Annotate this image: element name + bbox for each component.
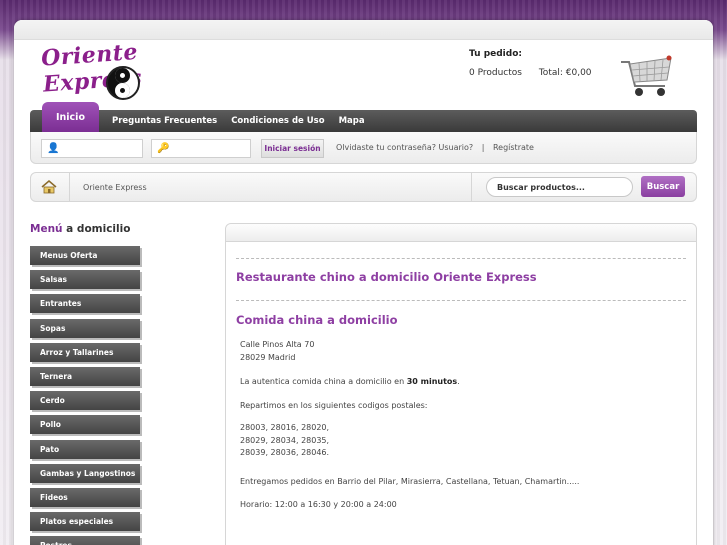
login-bar: 👤 🔑 Iniciar sesión Olvidaste tu contrase… (30, 132, 697, 164)
nav-condiciones-de-uso[interactable]: Condiciones de Uso (224, 116, 331, 126)
password-field[interactable]: 🔑 (151, 139, 251, 158)
key-icon: 🔑 (157, 143, 170, 154)
cart-product-count: 0 Productos (469, 68, 522, 78)
content-header (226, 224, 696, 242)
yin-yang-icon (106, 66, 140, 100)
page-container: Oriente Express Tu pedido: 0 Productos T… (14, 20, 713, 545)
login-links: Olvidaste tu contraseña? Usuario? | Regí… (336, 143, 540, 152)
cart-title: Tu pedido: (469, 49, 522, 59)
menu-item-menus-oferta[interactable]: Menus Oferta (30, 246, 140, 265)
menu-item-pato[interactable]: Pato (30, 439, 140, 459)
sidebar-title: Menú a domicilio (30, 223, 130, 235)
menu-item-pollo[interactable]: Pollo (30, 415, 140, 435)
cart-summary: 0 Productos Total: €0,00 (469, 68, 606, 78)
shopping-cart-icon[interactable] (619, 48, 675, 98)
breadcrumb-current: Oriente Express (83, 183, 147, 192)
main-content: Restaurante chino a domicilio Oriente Ex… (225, 223, 697, 545)
delivery-time-bold: 30 minutos (406, 377, 458, 386)
menu-item-postres[interactable]: Postres (30, 536, 140, 545)
delivery-areas: Entregamos pedidos en Barrio del Pilar, … (240, 477, 580, 486)
sidebar-title-menu: Menú (30, 223, 63, 235)
sidebar-title-rest: a domicilio (62, 223, 131, 235)
login-button[interactable]: Iniciar sesión (261, 139, 324, 158)
menu-item-sopas[interactable]: Sopas (30, 318, 140, 338)
category-menu: Menus Oferta Salsas Entrantes Sopas Arro… (30, 246, 140, 545)
divider (236, 258, 686, 259)
link-separator: | (481, 143, 485, 152)
forgot-password-link[interactable]: Olvidaste tu contraseña? Usuario? (336, 143, 473, 152)
delivery-time-pre: La autentica comida china a domicilio en (240, 377, 407, 386)
home-icon[interactable] (41, 180, 57, 194)
nav-inicio[interactable]: Inicio (42, 102, 99, 132)
menu-item-ternera[interactable]: Ternera (30, 366, 140, 386)
menu-item-gambas-langostinos[interactable]: Gambas y Langostinos (30, 463, 140, 483)
nav-mapa[interactable]: Mapa (332, 116, 372, 126)
username-field[interactable]: 👤 (41, 139, 143, 158)
content-title-comida: Comida china a domicilio (236, 313, 398, 327)
postal-line-1: 28003, 28016, 28020, (240, 423, 330, 432)
postal-line-2: 28029, 28034, 28035, (240, 435, 330, 445)
postal-line-3: 28039, 28036, 28046. (240, 448, 330, 457)
postal-intro: Repartimos en los siguientes codigos pos… (240, 401, 428, 410)
delivery-time-text: La autentica comida china a domicilio en… (240, 376, 460, 389)
main-nav: Inicio Preguntas Frecuentes Condiciones … (30, 102, 697, 132)
content-title-restaurant: Restaurante chino a domicilio Oriente Ex… (236, 270, 537, 284)
menu-item-entrantes[interactable]: Entrantes (30, 294, 140, 314)
register-link[interactable]: Regístrate (493, 143, 534, 152)
address-city: 28029 Madrid (240, 352, 296, 362)
breadcrumb-divider (69, 173, 70, 201)
site-logo[interactable]: Oriente Express (34, 36, 204, 108)
postal-codes: 28003, 28016, 28020, 28029, 28034, 28035… (240, 422, 329, 460)
divider (236, 300, 686, 301)
menu-item-fideos[interactable]: Fideos (30, 487, 140, 507)
search-input[interactable]: Buscar productos... (486, 177, 633, 197)
menu-item-platos-especiales[interactable]: Platos especiales (30, 512, 140, 532)
search-button[interactable]: Buscar (641, 176, 685, 197)
menu-item-arroz-tallarines[interactable]: Arroz y Tallarines (30, 342, 140, 362)
nav-preguntas-frecuentes[interactable]: Preguntas Frecuentes (105, 116, 224, 126)
menu-item-cerdo[interactable]: Cerdo (30, 391, 140, 411)
address-street: Calle Pinos Alta 70 (240, 340, 315, 349)
menu-item-salsas[interactable]: Salsas (30, 270, 140, 290)
breadcrumb-bar: Oriente Express Buscar productos... Busc… (30, 172, 697, 202)
address-block: Calle Pinos Alta 70 28029 Madrid (240, 339, 314, 364)
user-icon: 👤 (47, 143, 60, 154)
cart-total: Total: €0,00 (538, 68, 592, 78)
delivery-time-post: . (457, 377, 460, 386)
search-divider (471, 173, 472, 201)
opening-hours: Horario: 12:00 a 16:30 y 20:00 a 24:00 (240, 500, 397, 509)
